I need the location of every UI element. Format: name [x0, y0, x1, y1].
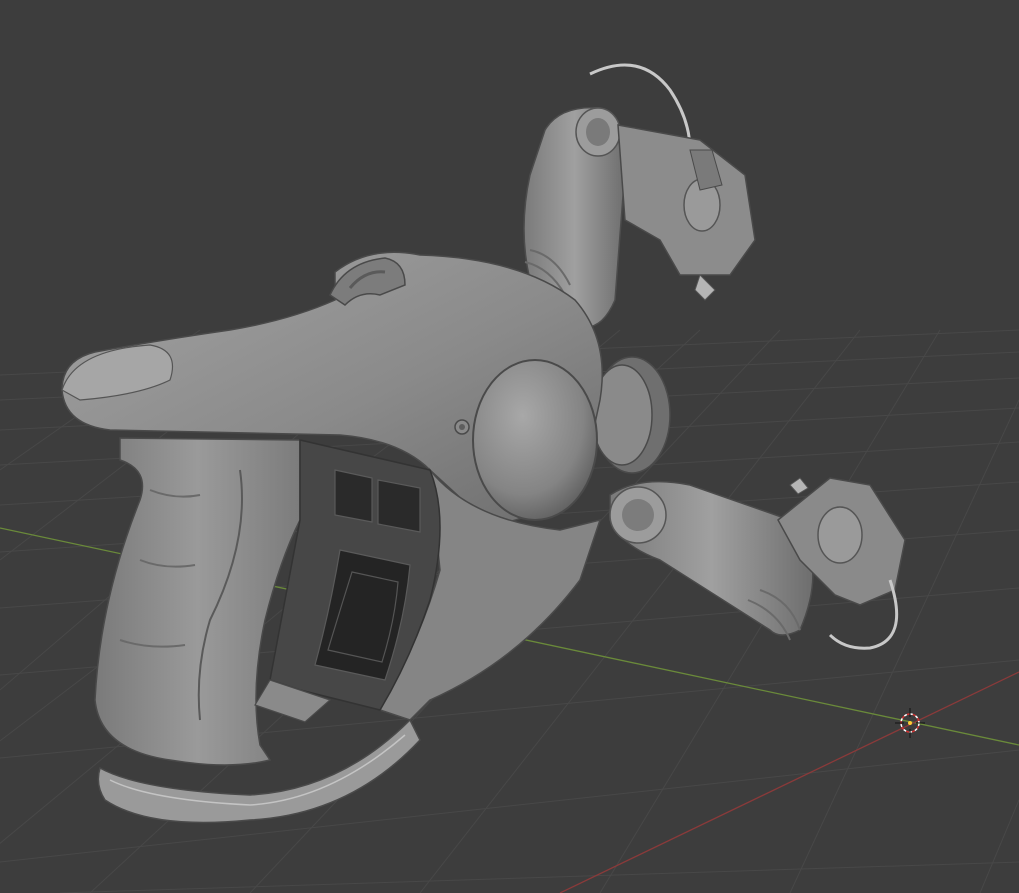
lower-arm[interactable]: [609, 477, 906, 650]
upper-arm[interactable]: [523, 63, 756, 328]
rear-coupling[interactable]: [591, 356, 671, 474]
grip[interactable]: [94, 437, 301, 766]
x-axis-line: [559, 671, 1019, 893]
viewport-canvas[interactable]: [0, 0, 1019, 893]
3d-viewport[interactable]: [0, 0, 1019, 893]
3d-cursor-icon[interactable]: [895, 708, 925, 738]
